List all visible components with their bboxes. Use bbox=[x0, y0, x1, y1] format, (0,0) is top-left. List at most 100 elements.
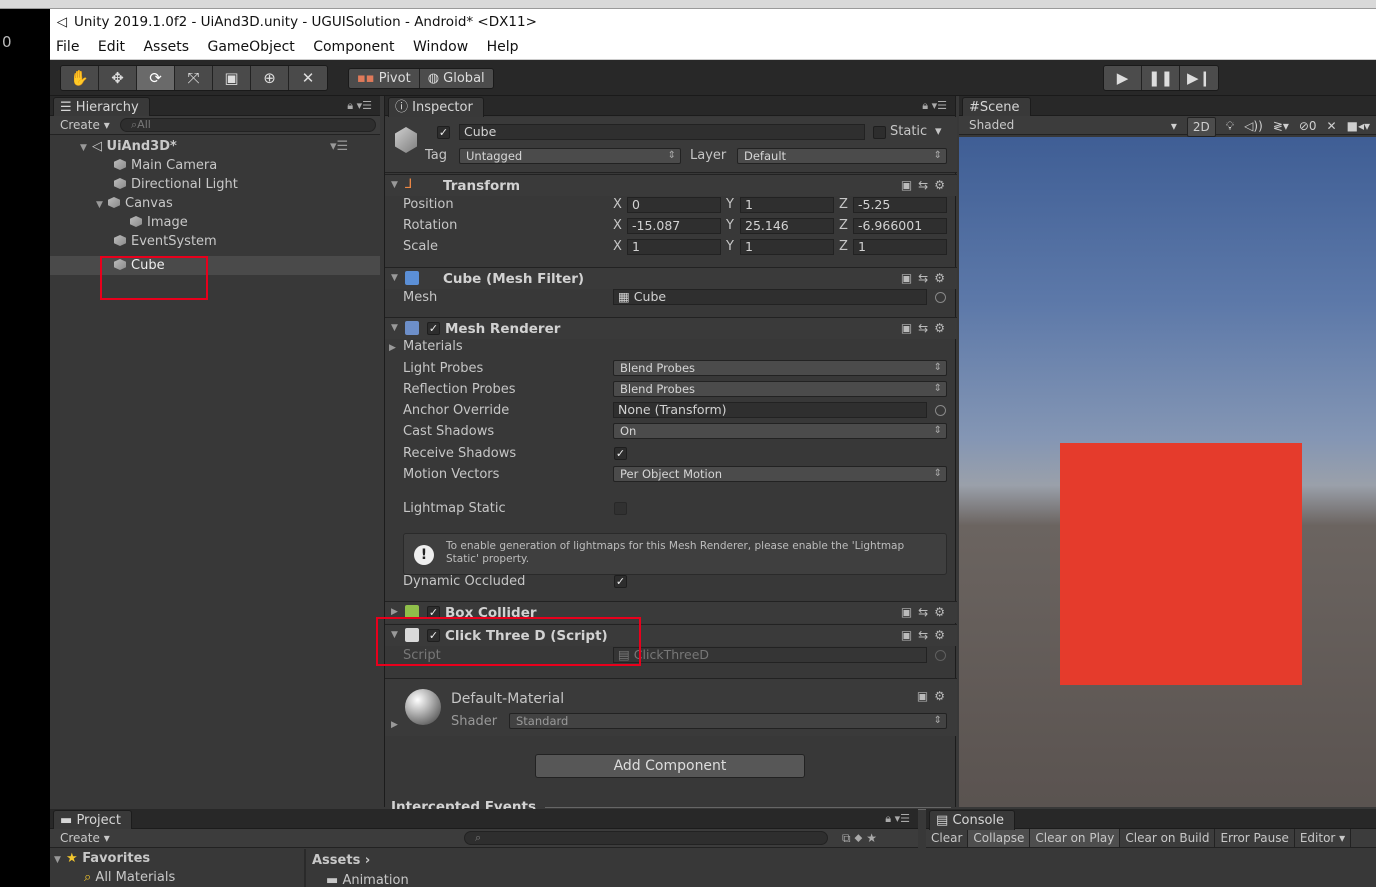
scale-y-field[interactable]: 1 bbox=[740, 239, 834, 255]
light-probes-dropdown[interactable]: Blend Probes bbox=[613, 360, 947, 376]
custom-tool-icon[interactable]: ✕ bbox=[289, 66, 327, 90]
play-icon[interactable]: ▶ bbox=[1104, 66, 1142, 90]
receive-shadows-checkbox[interactable]: ✓ bbox=[614, 447, 627, 460]
rotation-y-field[interactable]: 25.146 bbox=[740, 218, 834, 234]
panel-menu-icon[interactable]: 🔒︎ ▾☰ bbox=[922, 99, 947, 113]
transform-tool-icon[interactable]: ⊕ bbox=[251, 66, 289, 90]
panel-menu-icon[interactable]: 🔒︎ ▾☰ bbox=[885, 812, 910, 826]
static-dropdown-icon[interactable]: ▾ bbox=[935, 124, 942, 140]
project-create-button[interactable]: Create ▾ bbox=[60, 831, 110, 845]
move-tool-icon[interactable]: ✥ bbox=[99, 66, 137, 90]
hidden-objects-icon[interactable]: ⊘0 bbox=[1299, 117, 1317, 137]
rect-tool-icon[interactable]: ▣ bbox=[213, 66, 251, 90]
rotation-z-field[interactable]: -6.966001 bbox=[853, 218, 947, 234]
global-button[interactable]: ◍ Global bbox=[419, 69, 493, 88]
motion-vectors-dropdown[interactable]: Per Object Motion bbox=[613, 466, 947, 482]
clear-on-build-button[interactable]: Clear on Build bbox=[1120, 829, 1216, 847]
all-materials-row[interactable]: ⌕ All Materials bbox=[84, 868, 175, 887]
scene-root-row[interactable]: ▼ ◁ UiAnd3D* ▾☰ bbox=[80, 137, 348, 156]
object-name-field[interactable]: Cube bbox=[459, 124, 865, 140]
mesh-renderer-enabled-checkbox[interactable]: ✓ bbox=[427, 322, 440, 335]
scale-tool-icon[interactable]: ⤧ bbox=[175, 66, 213, 90]
list-item[interactable]: EventSystem bbox=[114, 232, 217, 251]
animation-folder-row[interactable]: ▬ Animation bbox=[326, 871, 409, 887]
mesh-filter-header[interactable]: ▼ Cube (Mesh Filter) ▣⇆⚙ bbox=[385, 267, 957, 289]
pivot-button[interactable]: ▪▪ Pivot bbox=[349, 69, 420, 88]
menu-edit[interactable]: Edit bbox=[98, 39, 125, 55]
project-search-input[interactable]: ⌕ bbox=[464, 831, 828, 845]
tab-hierarchy[interactable]: ☰ Hierarchy bbox=[53, 97, 150, 117]
cube-in-scene[interactable] bbox=[1060, 443, 1302, 685]
error-pause-button[interactable]: Error Pause bbox=[1215, 829, 1295, 847]
dynamic-occluded-checkbox[interactable]: ✓ bbox=[614, 575, 627, 588]
hand-tool-icon[interactable]: ✋ bbox=[61, 66, 99, 90]
menu-help[interactable]: Help bbox=[487, 39, 519, 55]
shader-dropdown[interactable]: Standard bbox=[509, 713, 947, 729]
effects-icon[interactable]: ≷▾ bbox=[1273, 117, 1289, 137]
tab-console[interactable]: ▤ Console bbox=[929, 810, 1016, 830]
list-item[interactable]: ▼ Canvas bbox=[96, 194, 173, 213]
favorites-row[interactable]: ▼ ★ Favorites bbox=[54, 849, 150, 868]
tab-scene[interactable]: #Scene bbox=[962, 97, 1031, 117]
list-item[interactable]: Main Camera bbox=[114, 156, 217, 175]
mesh-renderer-header[interactable]: ▼ ✓ Mesh Renderer ▣⇆⚙ bbox=[385, 317, 957, 339]
menu-file[interactable]: File bbox=[56, 39, 79, 55]
list-item[interactable]: Directional Light bbox=[114, 175, 238, 194]
material-settings-icon[interactable]: ▣⚙ bbox=[917, 689, 951, 703]
dropdown-arrow-icon[interactable]: ▾ bbox=[1171, 117, 1177, 137]
lighting-icon[interactable]: 💡︎ bbox=[1226, 117, 1234, 137]
position-x-field[interactable]: 0 bbox=[627, 197, 721, 213]
component-settings-icon[interactable]: ▣⇆⚙ bbox=[901, 271, 951, 285]
filter-icons[interactable]: ⧉ ⬥ ★ bbox=[842, 829, 877, 847]
component-settings-icon[interactable]: ▣⇆⚙ bbox=[901, 178, 951, 192]
materials-fold-icon[interactable]: ▶ bbox=[389, 340, 396, 356]
mesh-field[interactable]: ▦ Cube bbox=[613, 289, 927, 305]
rotate-tool-icon[interactable]: ⟳ bbox=[137, 66, 175, 90]
menu-component[interactable]: Component bbox=[313, 39, 394, 55]
toggle-2d-button[interactable]: 2D bbox=[1186, 117, 1216, 137]
position-y-field[interactable]: 1 bbox=[740, 197, 834, 213]
scene-menu-icon[interactable]: ▾☰ bbox=[330, 137, 348, 156]
active-checkbox[interactable]: ✓ bbox=[437, 126, 450, 139]
position-z-field[interactable]: -5.25 bbox=[853, 197, 947, 213]
component-settings-icon[interactable]: ▣⇆⚙ bbox=[901, 628, 951, 642]
menu-gameobject[interactable]: GameObject bbox=[207, 39, 294, 55]
list-item[interactable]: Image bbox=[130, 213, 188, 232]
step-icon[interactable]: ▶❙ bbox=[1180, 66, 1218, 90]
component-settings-icon[interactable]: ▣⇆⚙ bbox=[901, 321, 951, 335]
component-settings-icon[interactable]: ▣⇆⚙ bbox=[901, 605, 951, 619]
menu-assets[interactable]: Assets bbox=[143, 39, 189, 55]
tab-project[interactable]: ▬ Project bbox=[53, 810, 132, 830]
lightmap-static-checkbox[interactable] bbox=[614, 502, 627, 515]
hierarchy-create-button[interactable]: Create ▾ bbox=[60, 118, 110, 132]
static-checkbox[interactable] bbox=[873, 126, 886, 139]
object-picker-icon[interactable] bbox=[935, 292, 946, 303]
shading-mode-dropdown[interactable]: Shaded bbox=[969, 118, 1014, 132]
pause-icon[interactable]: ❚❚ bbox=[1142, 66, 1180, 90]
anchor-override-field[interactable]: None (Transform) bbox=[613, 402, 927, 418]
clear-on-play-button[interactable]: Clear on Play bbox=[1030, 829, 1121, 847]
clear-button[interactable]: Clear bbox=[926, 829, 969, 847]
camera-icon[interactable]: ■◂▾ bbox=[1347, 117, 1370, 137]
add-component-button[interactable]: Add Component bbox=[535, 754, 805, 778]
transform-header[interactable]: ▼ ⅃ Transform ▣⇆⚙ bbox=[385, 174, 957, 196]
reflection-probes-dropdown[interactable]: Blend Probes bbox=[613, 381, 947, 397]
panel-menu-icon[interactable]: 🔒︎ ▾☰ bbox=[347, 99, 372, 113]
scale-x-field[interactable]: 1 bbox=[627, 239, 721, 255]
material-fold-icon[interactable]: ▶ bbox=[391, 717, 398, 733]
scale-z-field[interactable]: 1 bbox=[853, 239, 947, 255]
hierarchy-search-input[interactable]: ⌕All bbox=[120, 118, 376, 132]
menu-window[interactable]: Window bbox=[413, 39, 468, 55]
audio-icon[interactable]: ◁)) bbox=[1244, 117, 1263, 137]
object-picker-icon[interactable] bbox=[935, 405, 946, 416]
tools-icon[interactable]: ✕ bbox=[1327, 117, 1337, 137]
layer-dropdown[interactable]: Default bbox=[737, 148, 947, 164]
editor-dropdown[interactable]: Editor ▾ bbox=[1295, 829, 1352, 847]
tag-dropdown[interactable]: Untagged bbox=[459, 148, 681, 164]
assets-breadcrumb[interactable]: Assets › bbox=[312, 851, 370, 870]
scene-viewport[interactable] bbox=[959, 137, 1376, 807]
collapse-button[interactable]: Collapse bbox=[968, 829, 1031, 847]
tab-inspector[interactable]: ⓘ Inspector bbox=[388, 97, 484, 117]
materials-label[interactable]: Materials bbox=[403, 339, 463, 355]
rotation-x-field[interactable]: -15.087 bbox=[627, 218, 721, 234]
